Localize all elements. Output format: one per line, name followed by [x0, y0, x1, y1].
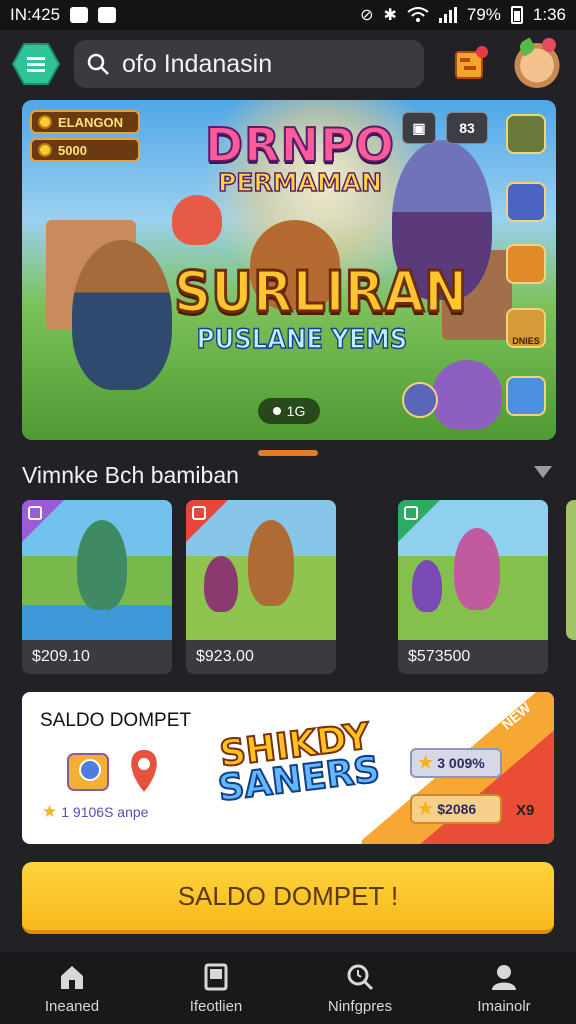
- side-diamond-button[interactable]: [506, 376, 546, 416]
- battery-icon: [510, 6, 523, 24]
- star-icon: ★: [42, 802, 58, 821]
- card-price: $573500: [408, 648, 471, 665]
- card-character-2: [204, 556, 238, 612]
- hero-character-monkey: [72, 240, 172, 390]
- nav-item-search[interactable]: Ninfgpres: [288, 952, 432, 1024]
- home-icon: [61, 966, 83, 989]
- book-icon: [204, 963, 228, 991]
- nav-label-library: Ifeotlien: [189, 998, 243, 1015]
- nav-label-profile: Imainolr: [477, 998, 531, 1015]
- pager-dot: [272, 407, 281, 415]
- promo-banner[interactable]: ELANGON 5000 DRNPO PERMAMAN SURLIRAN PUS…: [22, 100, 556, 440]
- pager-text: 1G: [286, 403, 306, 419]
- wallet-card[interactable]: SALDO DOMPET ★ 1 9106S anpe SHIKDY SANER…: [22, 692, 554, 844]
- profile-avatar[interactable]: [512, 38, 562, 88]
- wallet-pill-value: $2086: [437, 801, 477, 817]
- coin-icon: [38, 115, 52, 129]
- mute-icon: ⊘: [360, 7, 374, 24]
- section-title: Vimnke Bch bamiban: [22, 462, 239, 488]
- coin-balance: 5000: [58, 142, 87, 158]
- side-shield-label: DNIES: [512, 336, 540, 346]
- wallet-stat-text: 1 9106S anpe: [61, 804, 149, 820]
- app-screen: IN:425 ⊘ ✱ 79% 1:36 ofo Indanasin ELANGO…: [0, 0, 576, 1024]
- product-card[interactable]: $209.10: [22, 500, 172, 674]
- drag-handle[interactable]: [258, 450, 318, 456]
- wallet-title: SALDO DOMPET: [40, 710, 191, 731]
- notification-app-icon: [70, 7, 89, 23]
- tag-icon: [28, 506, 42, 520]
- wallet-stat: ★ 1 9106S anpe: [42, 802, 148, 822]
- hero-character-small-bunny: [432, 360, 502, 430]
- app-header: ofo Indanasin: [0, 36, 576, 92]
- status-bar: IN:425 ⊘ ✱ 79% 1:36: [0, 0, 576, 30]
- banner-subtitle: PUSLANE YEMS: [196, 323, 408, 356]
- hero-character-bird: [172, 195, 222, 245]
- game-logo-subtitle: PERMAMAN: [217, 167, 383, 198]
- wallet-pill: ★ 3 009%: [410, 748, 502, 778]
- person-icon: [492, 965, 516, 990]
- notification-app-icon-2: [98, 7, 117, 23]
- tag-icon: [192, 506, 206, 520]
- carrier-text: IN:425: [10, 5, 61, 24]
- game-logo-title: DRNPO: [204, 117, 395, 173]
- side-sword-button[interactable]: [506, 182, 546, 222]
- wallet-pill: ★ $2086: [410, 794, 502, 824]
- count-badge-value: 83: [459, 120, 475, 136]
- bluetooth-icon: ✱: [383, 7, 397, 24]
- nav-item-home[interactable]: Ineaned: [0, 952, 144, 1024]
- menu-button[interactable]: [11, 42, 61, 86]
- currency-pill: ELANGON: [30, 110, 140, 134]
- card-character: [248, 520, 294, 606]
- wallet-multiplier: X9: [516, 802, 535, 819]
- card-character: [454, 528, 500, 610]
- banner-pager[interactable]: 1G: [258, 398, 320, 424]
- bottom-nav: Ineaned Ifeotlien Ninfgpres Imainolr: [0, 952, 576, 1024]
- chest-button[interactable]: ▣: [402, 112, 436, 144]
- side-avatar-button[interactable]: [506, 114, 546, 154]
- search-input[interactable]: ofo Indanasin: [122, 50, 272, 79]
- wallet-logo: SHIKDY SANERS: [208, 715, 385, 811]
- card-price: $923.00: [196, 648, 254, 665]
- search-clock-icon: [347, 964, 374, 991]
- nav-label-home: Ineaned: [44, 998, 100, 1015]
- product-card[interactable]: $573500: [398, 500, 548, 674]
- battery-percent: 79%: [466, 5, 501, 24]
- wallet-pill-value: 3 009%: [437, 755, 485, 771]
- game-logo: DRNPO PERMAMAN: [200, 117, 400, 198]
- clock: 1:36: [532, 5, 566, 24]
- side-gem-button[interactable]: [506, 244, 546, 284]
- search-bar[interactable]: ofo Indanasin: [74, 40, 424, 88]
- signal-icon: [438, 7, 457, 23]
- banner-title: SURLIRAN: [173, 259, 469, 327]
- nav-item-profile[interactable]: Imainolr: [432, 952, 576, 1024]
- count-badge: 83: [446, 112, 488, 144]
- currency-label: ELANGON: [58, 114, 123, 130]
- card-character: [77, 520, 127, 610]
- card-character-2: [412, 560, 442, 612]
- wallet-cta-button[interactable]: SALDO DOMPET !: [22, 862, 554, 934]
- gift-icon: [455, 46, 488, 79]
- menu-icon: [11, 43, 61, 85]
- nav-label-search: Ninfgpres: [327, 998, 393, 1015]
- search-icon: [87, 53, 109, 75]
- coin-icon-2: [38, 143, 52, 157]
- product-card[interactable]: $923.00: [186, 500, 336, 674]
- coin-balance-pill: 5000: [30, 138, 140, 162]
- card-price: $209.10: [32, 648, 90, 665]
- star-icon: ★: [418, 753, 434, 772]
- side-shield-button[interactable]: DNIES: [506, 308, 546, 348]
- side-compass-button[interactable]: [402, 382, 438, 418]
- product-card-peek[interactable]: [566, 500, 576, 640]
- gift-button[interactable]: [450, 42, 492, 84]
- tag-icon: [404, 506, 418, 520]
- nav-item-library[interactable]: Ifeotlien: [144, 952, 288, 1024]
- chevron-down-icon[interactable]: [534, 466, 552, 478]
- wallet-item-icons: [67, 750, 157, 792]
- star-icon: ★: [418, 799, 434, 818]
- wifi-icon: [407, 7, 429, 22]
